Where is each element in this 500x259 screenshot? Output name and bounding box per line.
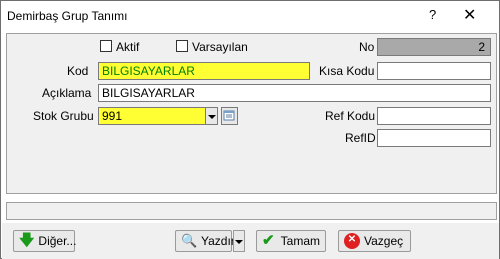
status-bar — [6, 202, 497, 220]
button-bar: 🡇 Diğer... 🔍 Yazdır ✔ Tamam ✕ Vazgeç — [2, 223, 499, 259]
yazdir-dropdown-arrow[interactable] — [233, 230, 245, 252]
kisa-kodu-label: Kısa Kodu — [319, 64, 375, 78]
refid-input[interactable] — [377, 129, 491, 147]
aktif-label: Aktif — [116, 40, 140, 54]
diger-button[interactable]: 🡇 Diğer... — [13, 230, 77, 252]
tamam-button-label: Tamam — [280, 234, 320, 248]
stok-grubu-select[interactable]: 991 — [98, 107, 206, 125]
close-button[interactable]: ✕ — [463, 5, 476, 25]
stok-grubu-lookup-button[interactable] — [221, 107, 238, 125]
diger-button-label: Diğer... — [38, 234, 77, 248]
check-icon: ✔ — [262, 232, 275, 249]
cancel-icon: ✕ — [344, 233, 360, 249]
vazgec-button[interactable]: ✕ Vazgeç — [338, 230, 411, 252]
yazdir-button[interactable]: 🔍 Yazdır — [175, 230, 235, 252]
refid-label: RefID — [345, 131, 376, 145]
vazgec-button-label: Vazgeç — [364, 234, 404, 248]
form-panel: Aktif Varsayılan No 2 Kod BILGISAYARLAR … — [6, 33, 497, 194]
tamam-button[interactable]: ✔ Tamam — [256, 230, 326, 252]
aciklama-label: Açıklama — [42, 86, 92, 100]
ref-kodu-input[interactable] — [377, 107, 491, 125]
varsayilan-label: Varsayılan — [192, 40, 248, 54]
kod-input[interactable]: BILGISAYARLAR — [98, 62, 310, 80]
help-button[interactable]: ? — [429, 7, 436, 22]
window-title: Demirbaş Grup Tanımı — [7, 9, 128, 23]
no-label: No — [359, 40, 375, 54]
kisa-kodu-input[interactable] — [377, 62, 491, 80]
yazdir-button-label: Yazdır — [201, 234, 235, 248]
no-field: 2 — [377, 38, 491, 56]
varsayilan-checkbox[interactable] — [176, 40, 188, 52]
lookup-icon — [223, 110, 235, 121]
title-bar: Demirbaş Grup Tanımı ? ✕ — [1, 1, 499, 31]
ref-kodu-label: Ref Kodu — [325, 109, 376, 123]
dialog-window: Demirbaş Grup Tanımı ? ✕ Aktif Varsayıla… — [0, 0, 500, 259]
kod-label: Kod — [67, 64, 89, 78]
stok-grubu-dropdown-arrow[interactable] — [205, 107, 218, 125]
aktif-checkbox[interactable] — [100, 40, 112, 52]
arrow-down-icon: 🡇 — [19, 232, 35, 249]
aciklama-input[interactable]: BILGISAYARLAR — [98, 84, 491, 102]
print-preview-icon: 🔍 — [181, 233, 198, 248]
stok-grubu-label: Stok Grubu — [33, 109, 94, 123]
